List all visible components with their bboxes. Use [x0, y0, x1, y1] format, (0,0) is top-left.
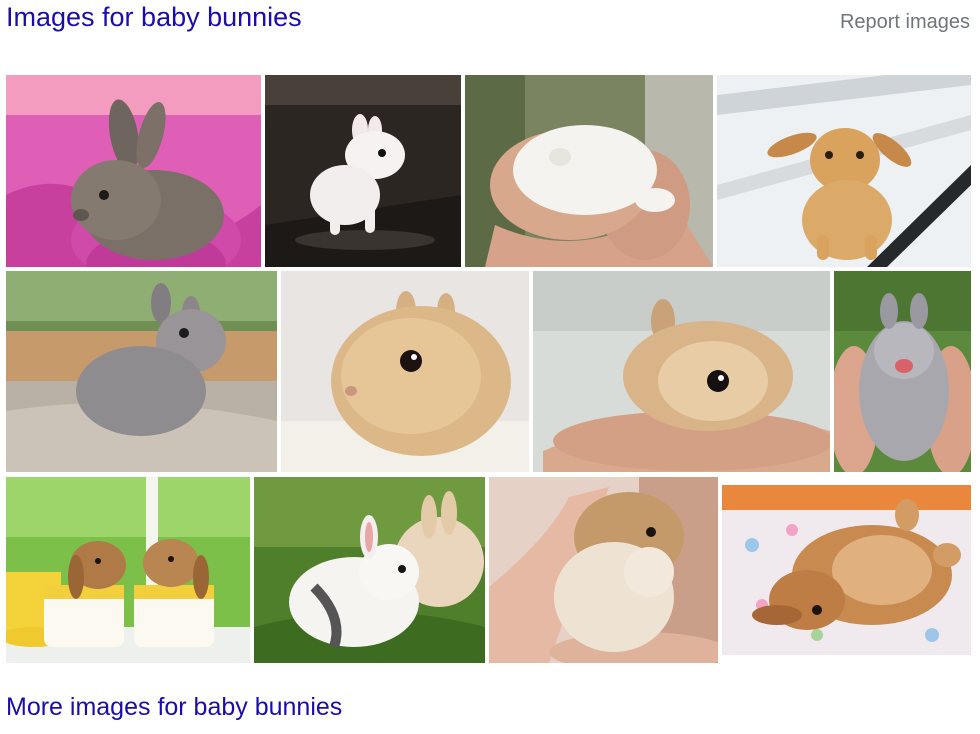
fluffy-beige-bunny-image: [281, 271, 529, 472]
image-thumbnail[interactable]: [6, 477, 250, 663]
gray-bunny-on-blanket-image: [6, 75, 261, 267]
image-thumbnail[interactable]: [465, 75, 713, 267]
white-bunny-dark-floor-image: [265, 75, 461, 267]
image-thumbnail[interactable]: [6, 271, 277, 472]
report-images-link[interactable]: Report images: [840, 11, 970, 34]
white-bunnies-in-grass-image: [254, 477, 485, 663]
image-thumbnail[interactable]: [265, 75, 461, 267]
image-thumbnail[interactable]: [533, 271, 830, 472]
image-thumbnail[interactable]: [489, 477, 718, 663]
image-results-panel: Images for baby bunnies Report images Mo…: [0, 0, 980, 734]
images-heading-link[interactable]: Images for baby bunnies: [6, 2, 302, 33]
image-thumbnail[interactable]: [722, 485, 971, 655]
cream-bunny-in-hand-image: [489, 477, 718, 663]
more-images-link[interactable]: More images for baby bunnies: [6, 693, 342, 722]
white-bunny-in-hand-image: [465, 75, 713, 267]
tan-bunny-in-palm-image: [533, 271, 830, 472]
image-thumbnail[interactable]: [717, 75, 971, 267]
gray-bunny-on-carpet-image: [6, 271, 277, 472]
brown-bunny-on-blanket-image: [722, 485, 971, 655]
lop-bunnies-in-cups-image: [6, 477, 250, 663]
image-thumbnail[interactable]: [254, 477, 485, 663]
orange-lop-bunny-image: [717, 75, 971, 267]
image-thumbnail[interactable]: [6, 75, 261, 267]
image-thumbnail[interactable]: [281, 271, 529, 472]
gray-bunny-on-back-image: [834, 271, 971, 472]
image-thumbnail[interactable]: [834, 271, 971, 472]
